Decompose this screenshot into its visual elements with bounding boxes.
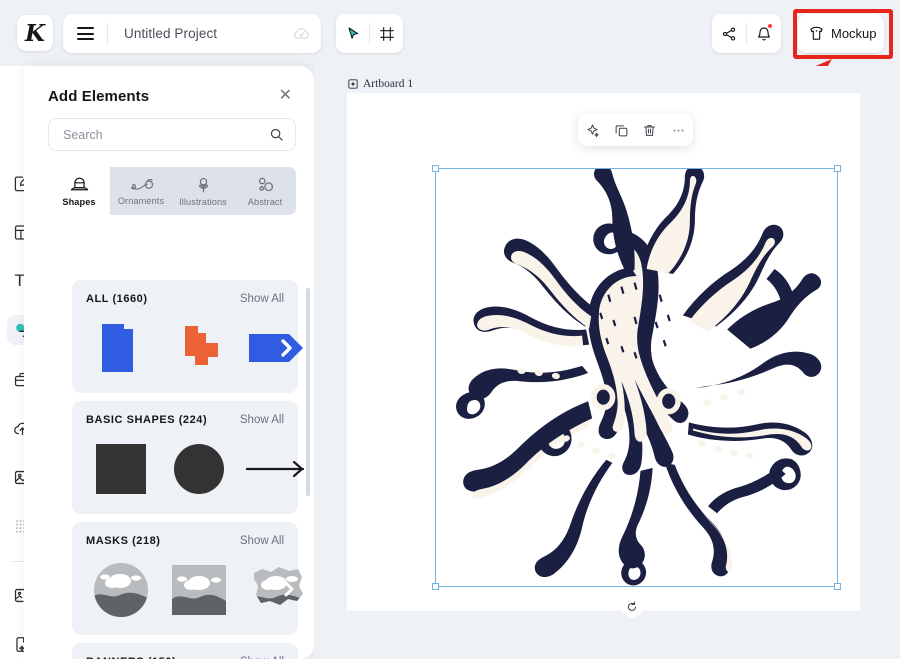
tab-label: Shapes <box>62 196 96 207</box>
cursor-select-icon[interactable] <box>336 14 369 53</box>
illustrations-icon <box>198 177 208 192</box>
hamburger-menu-icon[interactable] <box>63 14 107 53</box>
kittl-editor: K Untitled Project Mockup Tt Add Element… <box>0 0 900 659</box>
panel-header: Add Elements ✕ <box>24 66 314 106</box>
section-all: ALL (1660) Show All <box>72 280 303 393</box>
tshirt-icon <box>810 26 823 40</box>
rotate-handle[interactable] <box>621 596 643 618</box>
tab-shapes[interactable]: Shapes <box>48 167 110 215</box>
resize-handle-top-left[interactable] <box>432 165 439 172</box>
section-basic-shapes: BASIC SHAPES (224) Show All <box>72 401 305 514</box>
app-logo[interactable]: K <box>17 15 53 51</box>
selection-toolbar <box>578 114 693 146</box>
element-thumbnail-arrow[interactable] <box>244 438 310 500</box>
add-elements-panel: Add Elements ✕ Shapes Orn <box>24 66 314 659</box>
resize-handle-bottom-left[interactable] <box>432 583 439 590</box>
shapes-icon <box>70 177 88 190</box>
panel-scrollbar-thumb[interactable] <box>306 288 310 496</box>
top-bar: K Untitled Project Mockup <box>0 0 900 137</box>
delete-icon[interactable] <box>637 117 663 143</box>
tab-ornaments[interactable]: Ornaments <box>110 167 172 215</box>
duplicate-icon[interactable] <box>608 117 634 143</box>
show-all-link[interactable]: Show All <box>240 414 284 426</box>
account-actions <box>712 14 781 53</box>
section-masks: MASKS (218) Show All <box>72 522 303 635</box>
show-all-link[interactable]: Show All <box>240 535 284 547</box>
show-all-link[interactable]: Show All <box>240 293 284 305</box>
project-bar: Untitled Project <box>63 14 321 53</box>
search-icon <box>270 128 283 141</box>
search-box[interactable] <box>48 118 296 151</box>
section-title: MASKS (218) <box>86 535 161 547</box>
artboard-name: Artboard 1 <box>363 78 414 90</box>
canvas-area[interactable]: Artboard 1 <box>314 66 900 659</box>
element-thumbnail[interactable] <box>244 317 310 379</box>
artboard-canvas[interactable] <box>347 93 860 618</box>
category-tabs: Shapes Ornaments Illustrations Abstract <box>48 167 296 215</box>
element-thumbnail-mask-square[interactable] <box>166 559 232 621</box>
search-input[interactable] <box>63 127 269 142</box>
element-thumbnail[interactable] <box>166 317 232 379</box>
resize-handle-bottom-right[interactable] <box>834 583 841 590</box>
element-thumbnail[interactable] <box>88 317 154 379</box>
element-thumbnail-square[interactable] <box>88 438 154 500</box>
section-title: ALL (1660) <box>86 293 148 305</box>
more-options-icon[interactable] <box>666 117 692 143</box>
element-thumbnail-circle[interactable] <box>166 438 232 500</box>
mockup-label: Mockup <box>831 26 877 41</box>
tab-label: Ornaments <box>117 196 165 206</box>
artboard-badge-icon <box>348 79 358 89</box>
notification-badge <box>767 23 773 29</box>
artboard-label[interactable]: Artboard 1 <box>348 78 413 90</box>
selection-bounding-box[interactable] <box>432 165 841 590</box>
mockup-button[interactable]: Mockup <box>798 14 884 53</box>
logo-letter: K <box>25 19 45 47</box>
tab-label: Illustrations <box>179 196 227 207</box>
ornaments-icon <box>130 178 153 190</box>
artboard-frame-icon[interactable] <box>370 14 403 53</box>
tab-abstract[interactable]: Abstract <box>234 167 296 215</box>
element-thumbnail-mask-rough[interactable] <box>244 559 310 621</box>
bell-icon[interactable] <box>747 14 781 53</box>
elements-scroll-area[interactable]: ALL (1660) Show All BASIC SHAPES (224) S… <box>48 280 314 659</box>
canvas-tools <box>336 14 403 53</box>
project-name-input[interactable]: Untitled Project <box>108 26 281 41</box>
abstract-icon <box>258 177 273 191</box>
close-icon[interactable]: ✕ <box>277 88 294 104</box>
tab-illustrations[interactable]: Illustrations <box>172 167 234 215</box>
tab-label: Abstract <box>247 196 283 207</box>
section-title: BASIC SHAPES (224) <box>86 414 208 426</box>
ai-sparkle-icon[interactable] <box>579 117 605 143</box>
section-banners: BANNERS (150) Show All <box>72 643 298 659</box>
rotate-icon <box>627 601 636 611</box>
element-thumbnail-mask-circle[interactable] <box>88 559 154 621</box>
cloud-check-icon <box>281 14 321 53</box>
share-icon[interactable] <box>712 14 746 53</box>
panel-title: Add Elements <box>48 88 150 105</box>
resize-handle-top-right[interactable] <box>834 165 841 172</box>
